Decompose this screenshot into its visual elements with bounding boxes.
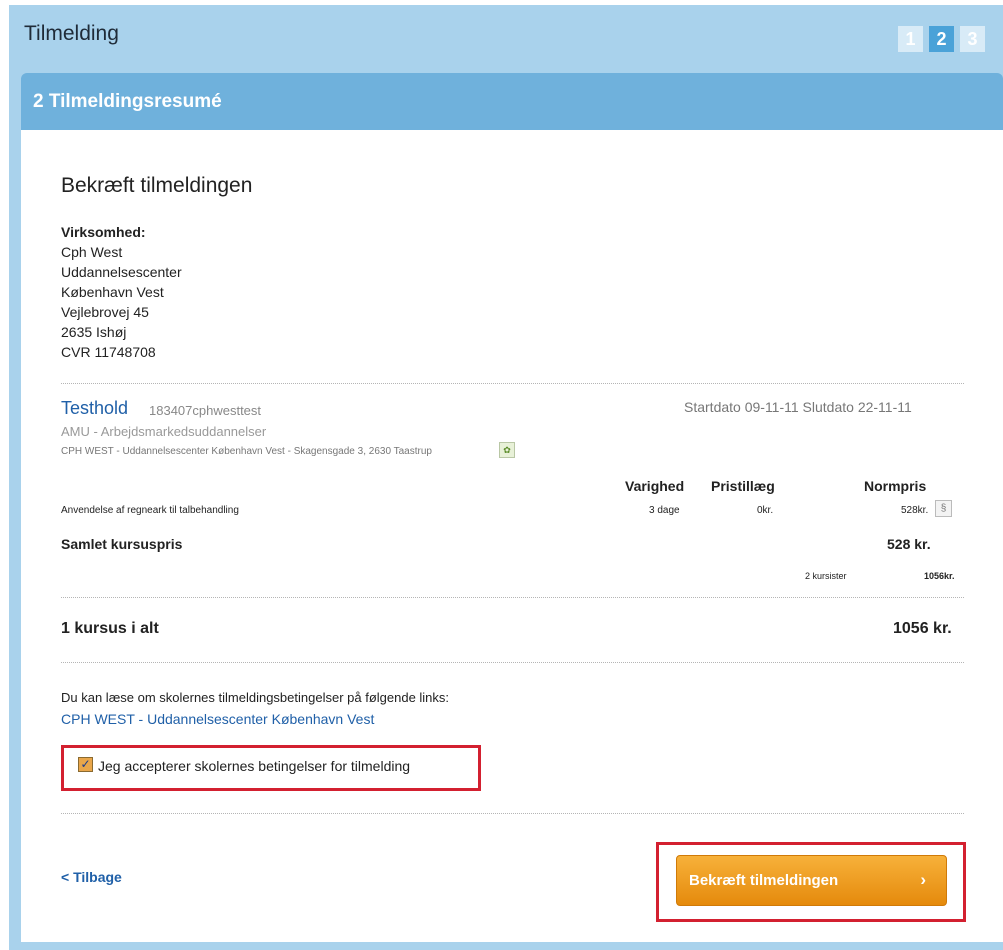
summary-value: 1056 kr. [893,620,952,637]
summary-card: Bekræft tilmeldingen Virksomhed: Cph Wes… [21,130,1003,942]
step-3[interactable]: 3 [960,26,985,52]
summary-label: 1 kursus i alt [61,620,159,637]
company-line: 2635 Ishøj [61,324,127,340]
terms-school-link[interactable]: CPH WEST - Uddannelsescenter København V… [61,711,374,727]
divider [61,383,964,384]
terms-info: Du kan læse om skolernes tilmeldingsbeti… [61,690,450,705]
confirm-highlight: Bekræft tilmeldingen › [656,842,966,922]
accept-terms-label[interactable]: Jeg accepterer skolernes betingelser for… [98,758,410,774]
course-total-label: Samlet kursuspris [61,536,183,552]
confirm-button[interactable]: Bekræft tilmeldingen › [676,855,947,906]
step-indicator: 1 2 3 [898,26,985,52]
course-location: CPH WEST - Uddannelsescenter København V… [61,446,432,457]
line-item-name: Anvendelse af regneark til talbehandling [61,505,239,516]
divider [61,597,964,598]
chevron-right-icon: › [920,870,926,889]
course-type: AMU - Arbejdsmarkedsuddannelser [61,424,267,439]
company-line: Cph West [61,244,123,260]
line-item-duration: 3 dage [649,505,680,516]
confirm-button-label: Bekræft tilmeldingen [689,872,839,889]
participants-total: 1056kr. [924,571,955,581]
section-header: 2 Tilmeldingsresumé [21,73,1003,130]
company-label: Virksomhed: [61,224,146,240]
course-title-link[interactable]: Testhold [61,398,128,419]
page-title: Tilmelding [24,22,119,45]
course-total-value: 528 kr. [887,536,931,552]
col-surcharge: Pristillæg [711,478,775,494]
price-info-icon[interactable]: § [935,500,952,517]
course-code: 183407cphwesttest [149,403,262,418]
company-line: Vejlebrovej 45 [61,304,149,320]
line-item-price: 528kr. [901,505,929,516]
divider [61,813,964,814]
divider [61,662,964,663]
company-info: Virksomhed: Cph West Uddannelsescenter K… [61,222,182,362]
col-duration: Varighed [625,478,685,494]
step-1[interactable]: 1 [898,26,923,52]
back-link[interactable]: < Tilbage [61,869,122,885]
company-line: København Vest [61,284,164,300]
company-line: CVR 11748708 [61,344,156,360]
company-line: Uddannelsescenter [61,264,182,280]
accept-terms-checkbox[interactable]: ✓ [78,757,93,772]
location-leaf-icon[interactable]: ✿ [499,442,515,458]
col-normprice: Normpris [864,478,927,494]
line-item-surcharge: 0kr. [757,505,774,516]
confirm-heading: Bekræft tilmeldingen [61,174,253,197]
accept-terms-highlight: ✓ Jeg accepterer skolernes betingelser f… [61,745,481,791]
section-title: 2 Tilmeldingsresumé [33,91,222,112]
participants-count: 2 kursister [805,571,847,581]
course-dates: Startdato 09-11-11 Slutdato 22-11-11 [684,399,912,415]
step-2[interactable]: 2 [929,26,954,52]
